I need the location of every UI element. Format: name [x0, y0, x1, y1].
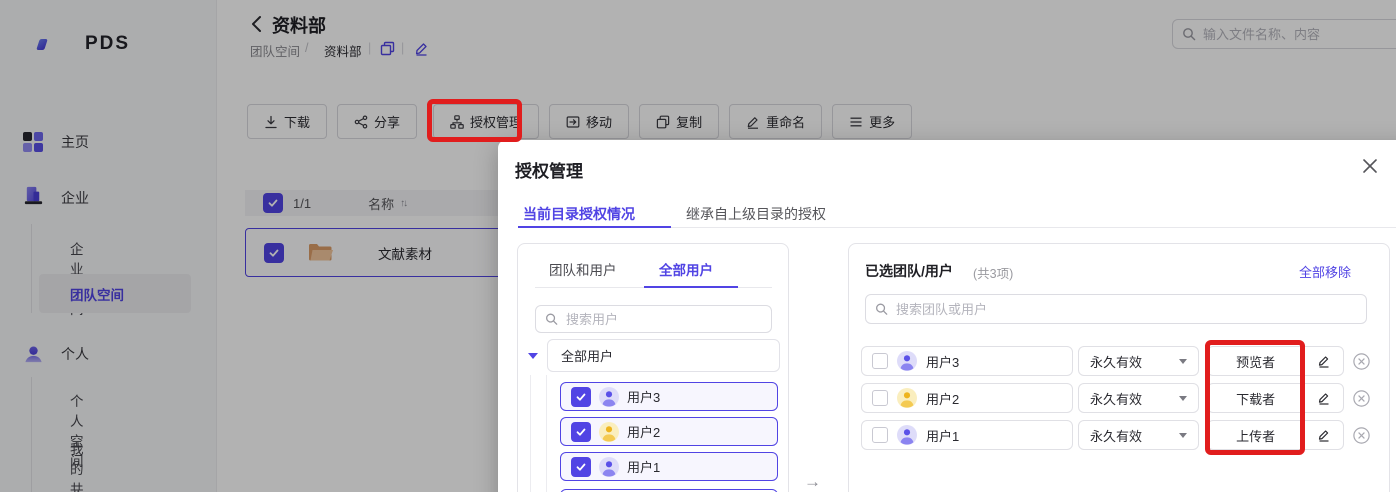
- tree-guide-line: [530, 375, 531, 492]
- remove-user-button[interactable]: [1353, 427, 1370, 444]
- user-name: 用户1: [926, 428, 960, 444]
- user-name: 用户2: [926, 391, 960, 407]
- tab-teams-and-users[interactable]: 团队和用户: [549, 259, 617, 279]
- tree-node-label: 全部用户: [561, 349, 614, 364]
- user-avatar-icon: [897, 425, 917, 445]
- user-search-input[interactable]: [536, 306, 771, 332]
- user-search[interactable]: [535, 305, 772, 333]
- user-name: 用户1: [627, 460, 661, 475]
- role-control: 上传者: [1207, 420, 1344, 450]
- chevron-down-icon: [1179, 395, 1187, 401]
- validity-dropdown[interactable]: 永久有效: [1078, 420, 1199, 450]
- active-tab-underline: [644, 286, 738, 288]
- modal-title: 授权管理: [515, 162, 583, 181]
- selected-user-row[interactable]: 用户1: [861, 420, 1073, 450]
- role-control: 下载者: [1207, 383, 1344, 413]
- user-avatar-icon: [599, 456, 619, 477]
- user-checkbox-checked[interactable]: [571, 386, 591, 407]
- validity-value: 永久有效: [1090, 428, 1143, 444]
- chevron-down-icon: [1179, 432, 1187, 438]
- user-avatar-icon: [897, 351, 917, 371]
- user-item-selected[interactable]: 用户2: [560, 417, 778, 446]
- user-checkbox-checked[interactable]: [571, 456, 591, 477]
- pencil-icon: [1318, 356, 1329, 368]
- role-value[interactable]: 下载者: [1208, 384, 1305, 412]
- row-checkbox[interactable]: [872, 427, 888, 443]
- pencil-icon: [1318, 393, 1329, 405]
- edit-role-button[interactable]: [1304, 421, 1343, 449]
- remove-all-link[interactable]: 全部移除: [1299, 262, 1351, 281]
- remove-user-button[interactable]: [1353, 390, 1370, 407]
- selected-count: (共3项): [973, 267, 1014, 281]
- edit-role-button[interactable]: [1304, 384, 1343, 412]
- close-icon[interactable]: [1358, 154, 1382, 178]
- tab-all-users[interactable]: 全部用户: [659, 259, 713, 279]
- row-checkbox[interactable]: [872, 390, 888, 406]
- user-avatar-icon: [599, 386, 619, 407]
- auth-manage-modal: 授权管理 当前目录授权情况 继承自上级目录的授权 团队和用户 全部用户 全部用户: [498, 140, 1396, 492]
- search-icon: [876, 303, 888, 315]
- selected-users-panel: 已选团队/用户 (共3项) 全部移除 用户3 永久有效 预览者: [848, 243, 1390, 492]
- tree-expand-caret[interactable]: [528, 353, 538, 359]
- validity-dropdown[interactable]: 永久有效: [1078, 383, 1199, 413]
- user-item-selected[interactable]: 用户1: [560, 452, 778, 481]
- row-checkbox[interactable]: [872, 353, 888, 369]
- transfer-arrow-icon: →: [804, 472, 821, 491]
- role-control: 预览者: [1207, 346, 1344, 376]
- selected-users-title: 已选团队/用户: [865, 263, 953, 279]
- user-avatar-icon: [897, 388, 917, 408]
- user-item-selected[interactable]: 用户3: [560, 382, 778, 411]
- tab-inherited-auth[interactable]: 继承自上级目录的授权: [686, 204, 826, 224]
- user-name: 用户2: [627, 425, 661, 440]
- validity-value: 永久有效: [1090, 354, 1143, 370]
- selected-search-input[interactable]: [866, 295, 1366, 323]
- tree-guide-line: [546, 375, 547, 492]
- remove-user-button[interactable]: [1353, 353, 1370, 370]
- selected-user-row[interactable]: 用户3: [861, 346, 1073, 376]
- selected-search[interactable]: [865, 294, 1367, 324]
- active-tab-underline: [518, 226, 671, 228]
- validity-value: 永久有效: [1090, 391, 1143, 407]
- user-name: 用户3: [627, 390, 661, 405]
- selected-user-row[interactable]: 用户2: [861, 383, 1073, 413]
- role-value[interactable]: 预览者: [1208, 347, 1305, 375]
- search-icon: [546, 313, 558, 325]
- user-avatar-icon: [599, 421, 619, 442]
- tab-current-dir-auth[interactable]: 当前目录授权情况: [523, 204, 635, 224]
- user-name: 用户3: [926, 354, 960, 370]
- user-picker-panel: 团队和用户 全部用户 全部用户 用户3: [517, 243, 789, 492]
- tree-root-all-users[interactable]: 全部用户: [547, 339, 780, 372]
- chevron-down-icon: [1179, 358, 1187, 364]
- role-value[interactable]: 上传者: [1208, 421, 1305, 449]
- user-checkbox-checked[interactable]: [571, 421, 591, 442]
- validity-dropdown[interactable]: 永久有效: [1078, 346, 1199, 376]
- edit-role-button[interactable]: [1304, 347, 1343, 375]
- pencil-icon: [1318, 430, 1329, 442]
